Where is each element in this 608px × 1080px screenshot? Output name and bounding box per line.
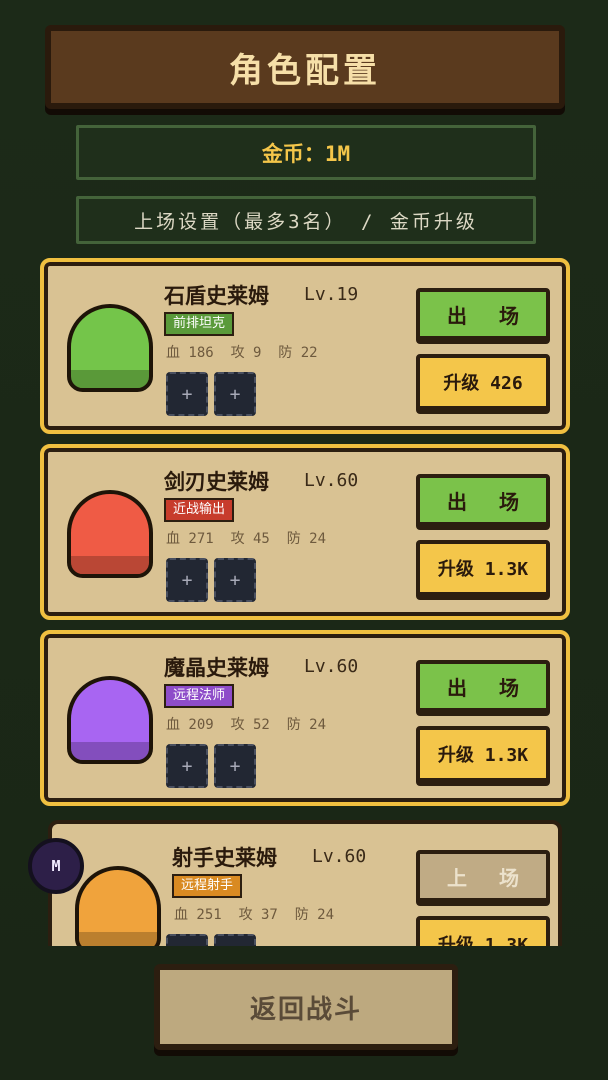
deploy-button[interactable]: 上 场 xyxy=(416,850,550,902)
equipment-slot[interactable]: + xyxy=(166,744,208,788)
character-card: 魔晶史莱姆 Lv.60 远程法师 血 209 攻 52 防 24 + + 出 场… xyxy=(40,630,570,806)
plus-icon: + xyxy=(181,755,193,777)
equipment-slot[interactable]: + xyxy=(166,372,208,416)
plus-icon: + xyxy=(181,383,193,405)
gold-amount: 金币：1M xyxy=(261,141,351,166)
role-badge: 远程射手 xyxy=(172,874,243,898)
character-card: 剑刃史莱姆 Lv.60 近战输出 血 271 攻 45 防 24 + + 出 场… xyxy=(40,444,570,620)
upgrade-button[interactable]: 升级 1.3K xyxy=(416,916,550,946)
deploy-button[interactable]: 出 场 xyxy=(416,474,550,526)
role-badge: 近战输出 xyxy=(164,498,235,522)
return-to-battle-button[interactable]: 返回战斗 xyxy=(154,964,458,1050)
upgrade-button[interactable]: 升级 1.3K xyxy=(416,540,550,596)
character-card: 射手史莱姆 Lv.60 远程射手 血 251 攻 37 防 24 + + 上 场… xyxy=(48,820,562,946)
character-stats: 血 251 攻 37 防 24 xyxy=(174,907,335,923)
role-badge: 远程法师 xyxy=(164,684,235,708)
character-level: Lv.60 xyxy=(304,470,359,491)
return-to-battle-label: 返回战斗 xyxy=(249,994,362,1025)
character-stats: 血 271 攻 45 防 24 xyxy=(166,531,327,547)
gold-display: 金币：1M xyxy=(76,125,536,180)
deploy-button[interactable]: 出 场 xyxy=(416,660,550,712)
plus-icon: + xyxy=(181,569,193,591)
slime-portrait xyxy=(67,304,153,392)
equipment-slot[interactable]: + xyxy=(166,558,208,602)
role-badge: 前排坦克 xyxy=(164,312,235,336)
plus-icon: + xyxy=(229,569,241,591)
menu-badge[interactable]: M xyxy=(28,838,84,894)
deploy-settings-info: 上场设置（最多3名） / 金币升级 xyxy=(76,196,536,244)
character-level: Lv.60 xyxy=(312,846,367,867)
equipment-slot[interactable]: + xyxy=(214,372,256,416)
slime-portrait xyxy=(67,490,153,578)
character-list[interactable]: 石盾史莱姆 Lv.19 前排坦克 血 186 攻 9 防 22 + + 出 场 … xyxy=(0,250,608,946)
plus-icon: + xyxy=(229,383,241,405)
plus-icon: + xyxy=(230,946,241,947)
character-name: 石盾史莱姆 xyxy=(164,283,269,308)
slime-portrait xyxy=(75,866,161,946)
character-name: 剑刃史莱姆 xyxy=(164,469,269,494)
page-title: 角色配置 xyxy=(229,50,381,91)
equipment-slot[interactable]: + xyxy=(166,934,208,946)
plus-icon: + xyxy=(182,946,193,947)
equipment-slot[interactable]: + xyxy=(214,744,256,788)
equipment-slot[interactable]: + xyxy=(214,558,256,602)
upgrade-button[interactable]: 升级 1.3K xyxy=(416,726,550,782)
deploy-settings-text: 上场设置（最多3名） / 金币升级 xyxy=(134,210,478,233)
character-level: Lv.19 xyxy=(304,284,359,305)
character-name: 魔晶史莱姆 xyxy=(164,655,269,680)
equipment-slot[interactable]: + xyxy=(214,934,256,946)
plus-icon: + xyxy=(229,755,241,777)
character-stats: 血 209 攻 52 防 24 xyxy=(166,717,327,733)
character-card: 石盾史莱姆 Lv.19 前排坦克 血 186 攻 9 防 22 + + 出 场 … xyxy=(40,258,570,434)
deploy-button[interactable]: 出 场 xyxy=(416,288,550,340)
title-bar: 角色配置 xyxy=(45,25,565,109)
character-stats: 血 186 攻 9 防 22 xyxy=(166,345,318,361)
menu-badge-label: M xyxy=(51,857,61,875)
slime-portrait xyxy=(67,676,153,764)
character-level: Lv.60 xyxy=(304,656,359,677)
upgrade-button[interactable]: 升级 426 xyxy=(416,354,550,410)
character-name: 射手史莱姆 xyxy=(172,845,277,870)
